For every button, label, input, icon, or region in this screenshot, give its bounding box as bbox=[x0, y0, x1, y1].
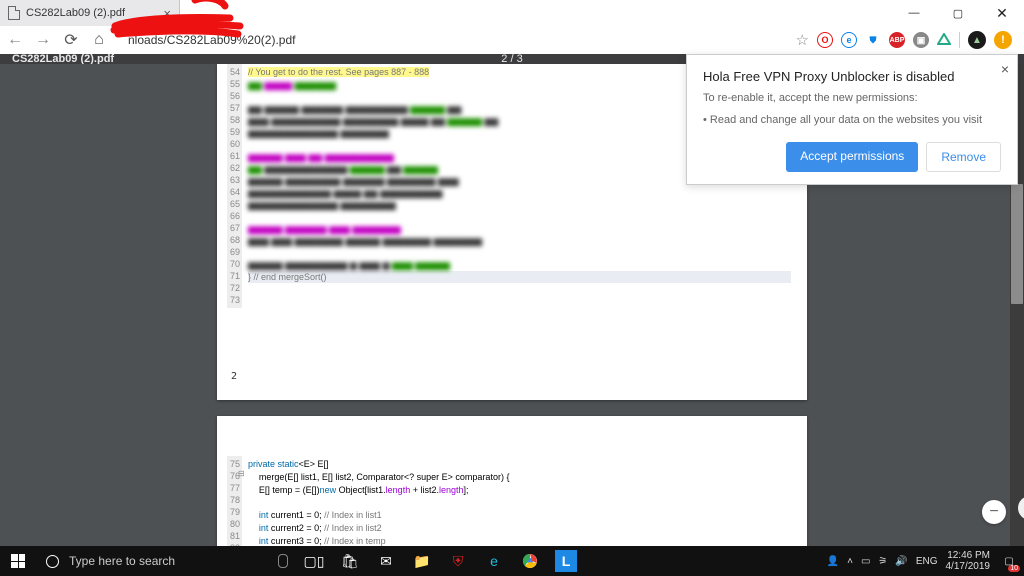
mic-icon[interactable] bbox=[278, 554, 288, 568]
chrome-icon[interactable] bbox=[512, 546, 548, 576]
alert-icon[interactable]: ! bbox=[994, 31, 1012, 49]
system-tray: 👤 ˄ ▭ ⚞ 🔊 ENG 12:46 PM4/17/2019 ▢10 bbox=[827, 550, 1024, 572]
mail-icon[interactable]: ✉ bbox=[368, 546, 404, 576]
minimize-button[interactable]: — bbox=[892, 0, 936, 26]
highlighted-comment: // You get to do the rest. See pages 887… bbox=[248, 67, 429, 77]
forward-button[interactable]: → bbox=[34, 31, 52, 49]
pdf-page-2: 7576777879808182 private static<E> E[] ⊟… bbox=[217, 416, 807, 546]
popover-close-icon[interactable]: × bbox=[1001, 61, 1009, 77]
back-button[interactable]: ← bbox=[6, 31, 24, 49]
end-line: } // end mergeSort() bbox=[248, 272, 327, 282]
shield-icon[interactable]: ⛊ bbox=[865, 32, 881, 48]
start-button[interactable] bbox=[0, 554, 36, 568]
taskbar-search[interactable]: Type here to search bbox=[36, 546, 296, 576]
remove-button[interactable]: Remove bbox=[926, 142, 1001, 172]
popover-subtitle: To re-enable it, accept the new permissi… bbox=[703, 92, 1001, 104]
abp-icon[interactable]: ABP bbox=[889, 32, 905, 48]
edge-icon[interactable]: e bbox=[476, 546, 512, 576]
tab-close-icon[interactable]: × bbox=[163, 6, 171, 21]
page-number: 2 bbox=[231, 371, 237, 382]
line-gutter: 5455565758596061626364656667686970717273 bbox=[227, 64, 242, 308]
search-placeholder: Type here to search bbox=[69, 554, 175, 568]
drive-icon[interactable] bbox=[937, 33, 951, 47]
extension-permission-popover: × Hola Free VPN Proxy Unblocker is disab… bbox=[686, 54, 1018, 185]
volume-icon[interactable]: 🔊 bbox=[895, 556, 907, 567]
mcafee-icon[interactable]: ⛨ bbox=[440, 546, 476, 576]
accept-permissions-button[interactable]: Accept permissions bbox=[786, 142, 918, 172]
opera-icon[interactable]: O bbox=[817, 32, 833, 48]
popover-title: Hola Free VPN Proxy Unblocker is disable… bbox=[703, 69, 1001, 84]
maximize-button[interactable]: ▢ bbox=[936, 0, 980, 26]
store-icon[interactable]: 🛍 bbox=[332, 546, 368, 576]
search-icon bbox=[46, 555, 59, 568]
extension-icons: ☆ O e ⛊ ABP ▣ ▲ ! bbox=[796, 31, 1018, 49]
url-field[interactable]: nloads/CS282Lab09%20(2).pdf bbox=[118, 33, 786, 47]
bookmark-star-icon[interactable]: ☆ bbox=[796, 31, 809, 49]
task-view-icon[interactable]: ▢▯ bbox=[296, 546, 332, 576]
explorer-icon[interactable]: 📁 bbox=[404, 546, 440, 576]
battery-icon[interactable]: ▭ bbox=[861, 556, 870, 567]
browser-tab[interactable]: CS282Lab09 (2).pdf × bbox=[0, 0, 180, 26]
people-icon[interactable]: 👤 bbox=[827, 556, 839, 567]
edge-icon[interactable]: e bbox=[841, 32, 857, 48]
wifi-icon[interactable]: ⚞ bbox=[878, 556, 887, 567]
separator bbox=[959, 32, 960, 48]
zoom-out-fab[interactable]: − bbox=[982, 500, 1006, 524]
taskbar: Type here to search ▢▯ 🛍 ✉ 📁 ⛨ e L 👤 ˄ ▭… bbox=[0, 546, 1024, 576]
popover-bullet: • Read and change all your data on the w… bbox=[703, 114, 1001, 126]
address-bar: ← → ⟳ ⌂ nloads/CS282Lab09%20(2).pdf ☆ O … bbox=[0, 26, 1024, 54]
clock[interactable]: 12:46 PM4/17/2019 bbox=[946, 550, 991, 572]
home-button[interactable]: ⌂ bbox=[90, 31, 108, 49]
window-buttons: — ▢ ✕ bbox=[892, 0, 1024, 26]
file-icon bbox=[8, 6, 20, 20]
close-button[interactable]: ✕ bbox=[980, 0, 1024, 26]
action-center-icon[interactable]: ▢10 bbox=[998, 550, 1020, 572]
tray-chevron-icon[interactable]: ˄ bbox=[847, 556, 853, 567]
reload-button[interactable]: ⟳ bbox=[62, 31, 80, 49]
scroll-thumb[interactable] bbox=[1011, 184, 1023, 304]
taskbar-items: ▢▯ 🛍 ✉ 📁 ⛨ e L bbox=[296, 546, 584, 576]
title-bar: CS282Lab09 (2).pdf × — ▢ ✕ bbox=[0, 0, 1024, 26]
avatar-icon[interactable]: ▲ bbox=[968, 31, 986, 49]
code-block-2: private static<E> E[] ⊟ merge(E[] list1,… bbox=[242, 456, 797, 546]
tab-title: CS282Lab09 (2).pdf bbox=[26, 7, 125, 19]
app-l-icon[interactable]: L bbox=[555, 550, 577, 572]
pin-icon[interactable]: ▣ bbox=[913, 32, 929, 48]
lang-indicator[interactable]: ENG bbox=[916, 556, 938, 567]
